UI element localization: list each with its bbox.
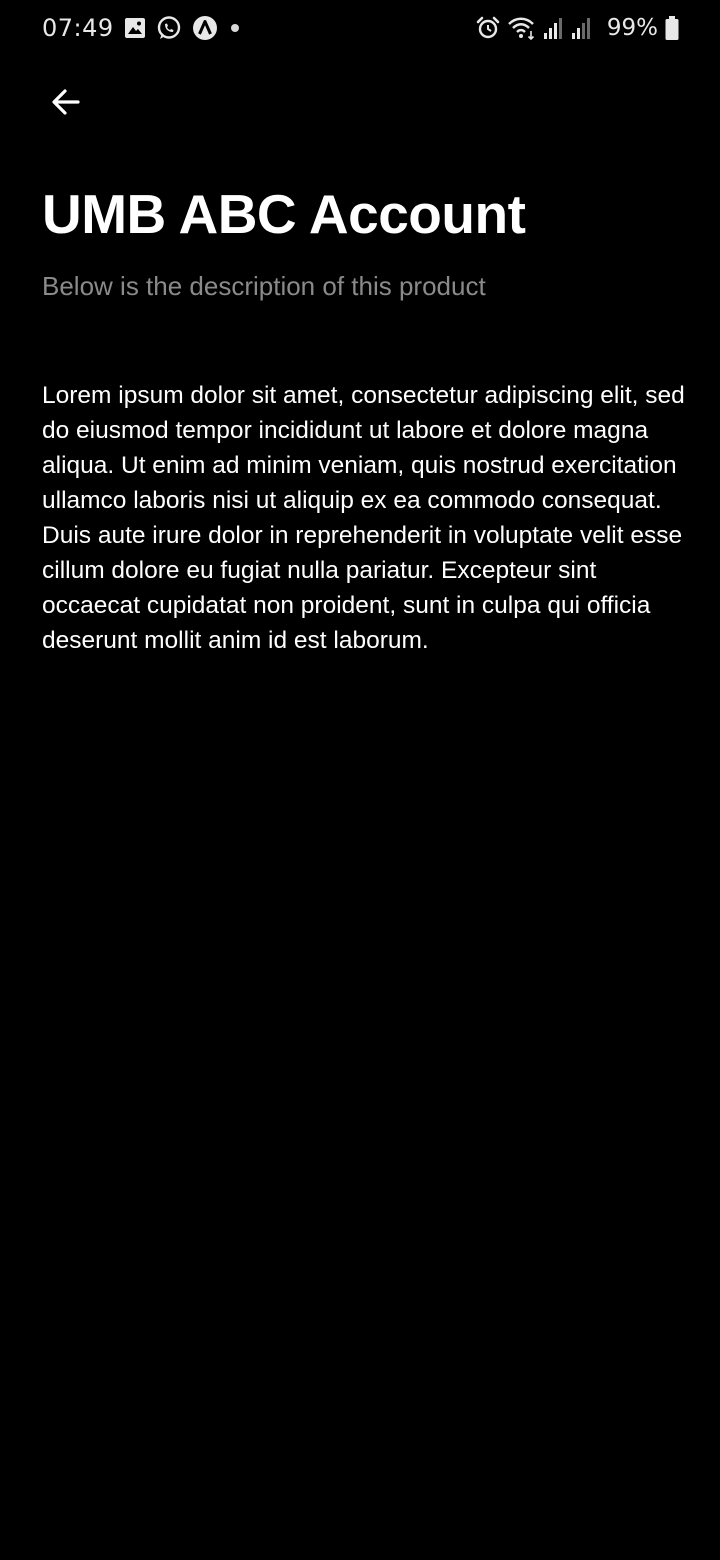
- alarm-icon: [475, 15, 501, 41]
- page-subtitle: Below is the description of this product: [42, 271, 486, 301]
- battery-percent: 99%: [606, 15, 658, 41]
- gallery-icon: [124, 17, 146, 39]
- whatsapp-icon: [156, 15, 182, 41]
- status-bar: 07:49 99%: [0, 0, 720, 56]
- status-time: 07:49: [42, 14, 114, 42]
- page-title: UMB ABC Account: [42, 183, 526, 245]
- signal-icon: [571, 16, 593, 40]
- status-left: 07:49: [42, 12, 242, 44]
- signal-icon: [543, 16, 565, 40]
- battery-icon: [664, 15, 680, 41]
- wifi-icon: [507, 15, 537, 41]
- back-button[interactable]: [42, 78, 90, 126]
- dot-icon: [228, 21, 242, 35]
- arrow-left-icon: [50, 86, 82, 118]
- status-right: 99%: [475, 12, 680, 44]
- product-description: Lorem ipsum dolor sit amet, consectetur …: [42, 382, 685, 654]
- app-a-icon: [192, 15, 218, 41]
